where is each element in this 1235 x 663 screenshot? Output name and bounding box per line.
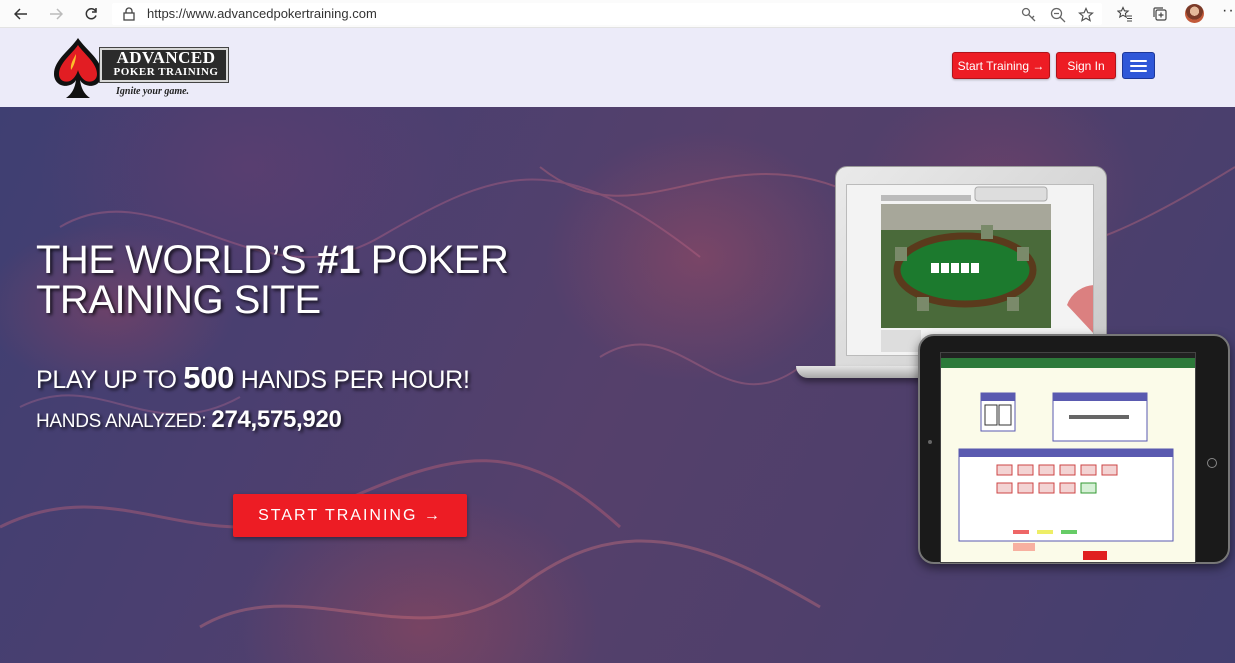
sub1-suffix: HANDS PER HOUR!: [234, 366, 470, 394]
site-logo[interactable]: ADVANCED POKER TRAINING Ignite your game…: [52, 36, 230, 100]
lock-icon: [123, 7, 135, 21]
headline-text: POKER: [360, 238, 509, 282]
strategy-chart-image: [941, 353, 1195, 562]
start-training-button[interactable]: Start Training →: [952, 52, 1050, 79]
hands-analyzed-label: HANDS ANALYZED:: [36, 411, 212, 432]
headline-rank: #1: [316, 238, 361, 282]
star-icon[interactable]: [1077, 6, 1095, 24]
hero-start-training-button[interactable]: START TRAINING →: [233, 494, 467, 537]
forward-icon[interactable]: [45, 4, 67, 24]
poker-table-image: [847, 185, 1093, 355]
tablet-home-button: [1207, 458, 1217, 468]
headline-line2: TRAINING SITE: [36, 278, 321, 322]
key-icon[interactable]: [1020, 6, 1038, 24]
tablet-screen-image: [940, 352, 1196, 563]
headline-text: THE WORLD’S: [36, 238, 317, 282]
profile-avatar[interactable]: [1185, 4, 1204, 23]
hands-analyzed-count: 274,575,920: [211, 406, 342, 433]
sub1-prefix: PLAY UP TO: [36, 366, 184, 394]
hands-analyzed-text: HANDS ANALYZED: 274,575,920: [36, 407, 342, 435]
favorites-icon[interactable]: [1115, 4, 1135, 24]
refresh-icon[interactable]: [80, 4, 102, 24]
zoom-icon[interactable]: [1049, 6, 1067, 24]
collections-icon[interactable]: [1150, 4, 1170, 24]
tablet-camera: [928, 440, 932, 444]
sign-in-button[interactable]: Sign In: [1056, 52, 1116, 79]
logo-title: ADVANCED: [116, 48, 216, 67]
browser-toolbar: https://www.advancedpokertraining.com ··: [0, 0, 1235, 28]
laptop-screen-image: [846, 184, 1094, 356]
hero-headline: THE WORLD’S #1 POKER TRAINING SITE: [36, 240, 596, 320]
logo-tagline: Ignite your game.: [116, 86, 190, 97]
hands-count: 500: [183, 360, 235, 395]
url-text[interactable]: https://www.advancedpokertraining.com: [147, 6, 377, 21]
address-bar[interactable]: https://www.advancedpokertraining.com: [112, 3, 1102, 25]
spade-icon: [54, 38, 102, 98]
more-icon[interactable]: ··: [1222, 2, 1235, 20]
back-icon[interactable]: [10, 4, 32, 24]
logo-subtitle: POKER TRAINING: [113, 66, 219, 78]
hamburger-icon[interactable]: [1122, 52, 1155, 79]
hands-per-hour-text: PLAY UP TO 500 HANDS PER HOUR!: [36, 362, 470, 396]
